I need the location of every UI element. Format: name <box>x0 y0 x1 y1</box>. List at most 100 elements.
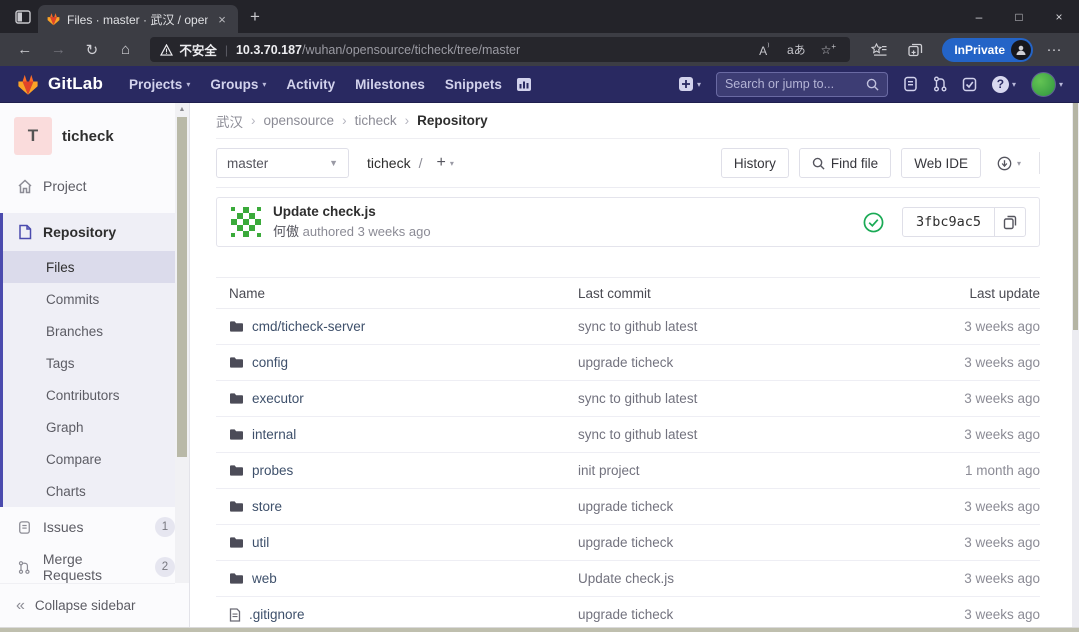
search-input[interactable] <box>725 77 866 91</box>
table-row[interactable]: .gitignore upgrade ticheck 3 weeks ago <box>216 597 1040 627</box>
refresh-button[interactable]: ↻ <box>77 37 107 63</box>
repository-subnav-item[interactable]: Files <box>3 251 189 283</box>
file-name-link[interactable]: cmd/ticheck-server <box>252 319 365 334</box>
repository-subnav-item[interactable]: Charts <box>3 475 189 507</box>
security-chip[interactable]: 不安全 <box>160 40 217 59</box>
breadcrumb-link[interactable]: opensource <box>264 113 335 128</box>
tab-workspaces-icon[interactable] <box>8 4 38 30</box>
last-commit-cell[interactable]: Update check.js <box>578 571 890 586</box>
file-name-link[interactable]: store <box>252 499 282 514</box>
user-menu-button[interactable]: ▾ <box>1031 72 1063 97</box>
last-commit-cell[interactable]: sync to github latest <box>578 319 890 334</box>
table-row[interactable]: config upgrade ticheck 3 weeks ago <box>216 345 1040 381</box>
close-button[interactable]: × <box>1039 0 1079 33</box>
repository-subnav-item[interactable]: Compare <box>3 443 189 475</box>
file-name-link[interactable]: internal <box>252 427 296 442</box>
issues-icon[interactable] <box>903 76 918 92</box>
instance-statistics-icon[interactable] <box>516 77 532 92</box>
page-horizontal-scrollbar[interactable] <box>0 627 1079 632</box>
todos-icon[interactable] <box>962 77 977 92</box>
last-commit-cell[interactable]: upgrade ticheck <box>578 535 890 550</box>
commit-author[interactable]: 何傲 <box>273 224 299 239</box>
history-button[interactable]: History <box>721 148 789 178</box>
repository-subnav-item[interactable]: Tags <box>3 347 189 379</box>
repository-subnav-item[interactable]: Graph <box>3 411 189 443</box>
last-commit-cell[interactable]: upgrade ticheck <box>578 607 890 622</box>
new-tab-button[interactable]: + <box>250 7 260 27</box>
table-row[interactable]: cmd/ticheck-server sync to github latest… <box>216 309 1040 345</box>
file-name-cell[interactable]: store <box>216 499 578 514</box>
last-commit-cell[interactable]: sync to github latest <box>578 391 890 406</box>
copy-sha-button[interactable] <box>994 208 1025 236</box>
page-vertical-scrollbar[interactable] <box>1072 103 1079 627</box>
file-name-link[interactable]: config <box>252 355 288 370</box>
file-name-link[interactable]: util <box>252 535 269 550</box>
inprivate-badge[interactable]: InPrivate <box>942 38 1033 62</box>
translate-icon[interactable]: aあ <box>784 41 808 58</box>
browser-tab[interactable]: Files · master · 武汉 / opensourc × <box>38 5 238 33</box>
web-ide-button[interactable]: Web IDE <box>901 148 981 178</box>
last-commit-cell[interactable]: sync to github latest <box>578 427 890 442</box>
gitlab-nav-item[interactable]: Snippets <box>435 66 512 103</box>
gitlab-logo[interactable]: GitLab <box>16 73 103 96</box>
file-name-cell[interactable]: internal <box>216 427 578 442</box>
commit-title-link[interactable]: Update check.js <box>273 204 431 219</box>
sidebar-scrollbar[interactable]: ▲ <box>175 103 189 583</box>
table-row[interactable]: probes init project 1 month ago <box>216 453 1040 489</box>
file-name-cell[interactable]: .gitignore <box>216 607 578 622</box>
favorites-bar-icon[interactable] <box>864 37 894 63</box>
file-name-cell[interactable]: util <box>216 535 578 550</box>
sidebar-item-repository[interactable]: Repository <box>3 213 189 251</box>
gitlab-nav-item[interactable]: Projects ▾ <box>119 66 200 103</box>
global-search[interactable] <box>716 72 888 97</box>
file-name-cell[interactable]: probes <box>216 463 578 478</box>
tab-close-icon[interactable]: × <box>214 12 230 27</box>
add-file-button[interactable]: + ▾ <box>430 152 459 174</box>
path-project[interactable]: ticheck <box>367 155 411 171</box>
maximize-button[interactable]: □ <box>999 0 1039 33</box>
forward-button[interactable]: → <box>44 37 74 63</box>
file-name-link[interactable]: web <box>252 571 277 586</box>
add-favorite-icon[interactable]: ☆+ <box>816 42 840 57</box>
repository-subnav-item[interactable]: Commits <box>3 283 189 315</box>
vertical-scroll-thumb[interactable] <box>1073 103 1078 330</box>
file-name-link[interactable]: .gitignore <box>249 607 305 622</box>
home-button[interactable]: ⌂ <box>111 37 141 63</box>
merge-requests-icon[interactable] <box>933 76 947 92</box>
breadcrumb-link[interactable]: 武汉 <box>216 111 243 131</box>
table-row[interactable]: internal sync to github latest 3 weeks a… <box>216 417 1040 453</box>
sidebar-item-project[interactable]: Project <box>0 167 189 205</box>
sidebar-item-merge-requests[interactable]: Merge Requests 2 <box>0 547 189 587</box>
collections-icon[interactable] <box>900 37 930 63</box>
address-bar[interactable]: 不安全 | 10.3.70.187/wuhan/opensource/tiche… <box>150 37 850 62</box>
back-button[interactable]: ← <box>10 37 40 63</box>
collapse-sidebar-button[interactable]: « Collapse sidebar <box>0 583 175 627</box>
new-menu-button[interactable]: ▾ <box>678 76 701 92</box>
repository-subnav-item[interactable]: Branches <box>3 315 189 347</box>
gitlab-nav-item[interactable]: Groups ▾ <box>200 66 276 103</box>
sidebar-item-issues[interactable]: Issues 1 <box>0 507 189 547</box>
help-menu-button[interactable]: ? ▾ <box>992 76 1016 93</box>
gitlab-nav-item[interactable]: Activity <box>276 66 345 103</box>
table-row[interactable]: util upgrade ticheck 3 weeks ago <box>216 525 1040 561</box>
find-file-button[interactable]: Find file <box>799 148 891 178</box>
sidebar-scroll-thumb[interactable] <box>177 117 187 457</box>
file-name-link[interactable]: executor <box>252 391 304 406</box>
repository-subnav-item[interactable]: Contributors <box>3 379 189 411</box>
file-name-cell[interactable]: cmd/ticheck-server <box>216 319 578 334</box>
project-header[interactable]: T ticheck <box>0 103 189 167</box>
settings-more-icon[interactable]: ··· <box>1039 37 1069 63</box>
file-name-link[interactable]: probes <box>252 463 293 478</box>
minimize-button[interactable]: – <box>959 0 999 33</box>
last-commit-cell[interactable]: upgrade ticheck <box>578 499 890 514</box>
scroll-up-arrow-icon[interactable]: ▲ <box>175 103 189 113</box>
table-row[interactable]: executor sync to github latest 3 weeks a… <box>216 381 1040 417</box>
read-aloud-icon[interactable]: A⁾ <box>752 42 776 58</box>
file-name-cell[interactable]: executor <box>216 391 578 406</box>
file-name-cell[interactable]: web <box>216 571 578 586</box>
file-name-cell[interactable]: config <box>216 355 578 370</box>
branch-selector[interactable]: master ▼ <box>216 148 349 178</box>
download-source-button[interactable]: ▾ <box>991 156 1027 171</box>
table-row[interactable]: web Update check.js 3 weeks ago <box>216 561 1040 597</box>
breadcrumb-link[interactable]: ticheck <box>355 113 397 128</box>
